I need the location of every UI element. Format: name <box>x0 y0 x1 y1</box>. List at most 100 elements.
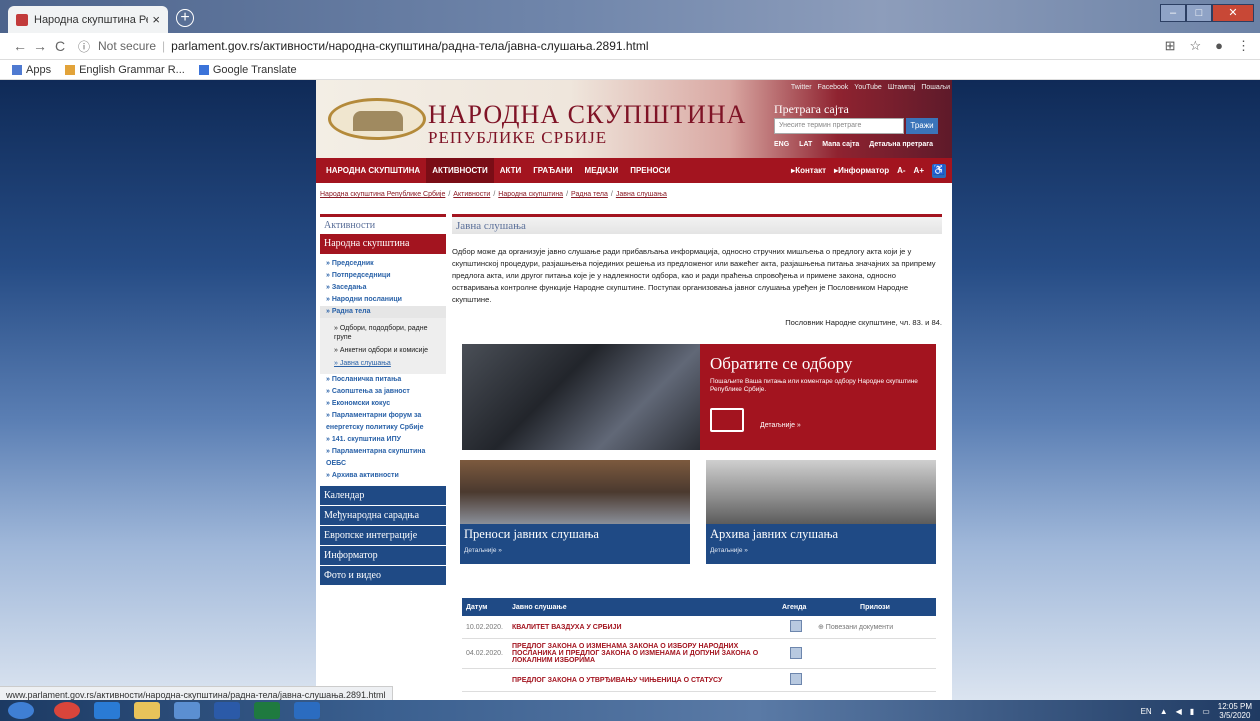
sidebar-photo-video[interactable]: Фото и видео <box>320 566 446 586</box>
sidebar-item-press[interactable]: » Саопштења за јавност <box>326 386 446 398</box>
search-button[interactable]: Тражи <box>906 118 938 134</box>
sidebar-subitem-committees[interactable]: » Одбори, пододбори, радне групе <box>334 322 446 344</box>
maximize-button[interactable]: □ <box>1186 4 1212 22</box>
back-icon[interactable]: ← <box>10 38 30 54</box>
not-secure-label[interactable]: Not secure <box>98 39 156 53</box>
facebook-link[interactable]: Facebook <box>818 84 849 91</box>
sidebar-item-working-bodies[interactable]: » Радна тела <box>320 306 446 318</box>
forward-icon[interactable]: → <box>30 38 50 54</box>
sidebar-item-questions[interactable]: » Посланичка питања <box>326 374 446 386</box>
word-icon[interactable] <box>214 702 240 719</box>
sidebar-item-energy-forum[interactable]: » Парламентарни форум за енергетску поли… <box>326 410 446 434</box>
language-indicator[interactable]: EN <box>1141 707 1152 716</box>
file-explorer-icon[interactable] <box>134 702 160 719</box>
sidebar-eu-integration[interactable]: Европске интеграције <box>320 526 446 546</box>
reload-icon[interactable]: C <box>50 38 70 54</box>
sidebar-section-parliament[interactable]: Народна скупштина <box>320 234 446 254</box>
banner-title[interactable]: Обратите се одбору <box>710 354 926 374</box>
sidebar-item-deputies[interactable]: » Народни посланици <box>326 294 446 306</box>
sidebar-subitem-inquiry[interactable]: » Анкетни одбори и комисије <box>334 344 446 357</box>
clock[interactable]: 12:05 PM 3/5/2020 <box>1218 702 1252 720</box>
twitter-link[interactable]: Twitter <box>791 84 812 91</box>
new-tab-button[interactable]: + <box>176 9 194 27</box>
sidebar-item-osce[interactable]: » Парламентарна скупштина ОЕБС <box>326 446 446 470</box>
broadcasts-title[interactable]: Преноси јавних слушања <box>460 524 690 545</box>
document-icon[interactable] <box>790 620 802 632</box>
sidebar-item-ipu[interactable]: » 141. скупштина ИПУ <box>326 434 446 446</box>
document-icon[interactable] <box>790 673 802 685</box>
nav-activities[interactable]: АКТИВНОСТИ <box>426 158 494 183</box>
document-icon[interactable] <box>790 646 802 659</box>
accessibility-icon[interactable]: ♿ <box>932 163 946 178</box>
start-button-icon[interactable] <box>8 702 34 719</box>
nav-media[interactable]: МЕДИЈИ <box>579 158 625 183</box>
sidebar-informator[interactable]: Информатор <box>320 546 446 566</box>
volume-icon[interactable]: ◀ <box>1176 707 1182 716</box>
sidebar-item-sessions[interactable]: » Заседања <box>326 282 446 294</box>
outlook-icon[interactable] <box>294 702 320 719</box>
row-title-link[interactable]: КВАЛИТЕТ ВАЗДУХА У СРБИЈИ <box>508 616 778 639</box>
bookmark-google-translate[interactable]: Google Translate <box>198 64 297 76</box>
close-window-button[interactable]: ✕ <box>1212 4 1254 22</box>
sidebar-subitem-hearings[interactable]: » Јавна слушања <box>334 357 446 370</box>
nav-acts[interactable]: АКТИ <box>494 158 528 183</box>
banner-more-link[interactable]: Детаљније » <box>760 422 801 429</box>
translate-icon[interactable]: ⊞ <box>1165 38 1176 54</box>
nav-parliament[interactable]: НАРОДНА СКУПШТИНА <box>320 158 426 183</box>
action-center-icon[interactable]: ▭ <box>1202 707 1210 716</box>
lat-link[interactable]: LAT <box>799 141 812 148</box>
row-title-link[interactable]: ПРЕДЛОГ ЗАКОНА О УТВРЂИВАЊУ ЧИЊЕНИЦА О С… <box>508 668 778 692</box>
parliament-logo-icon[interactable] <box>328 98 426 140</box>
profile-icon[interactable]: ● <box>1215 38 1223 54</box>
bookmark-english-grammar[interactable]: English Grammar R... <box>65 64 185 76</box>
archive-more-link[interactable]: Детаљније » <box>706 545 936 556</box>
sidebar-item-archive[interactable]: » Архива активности <box>326 470 446 482</box>
sidebar-calendar[interactable]: Календар <box>320 486 446 506</box>
tray-arrow-icon[interactable]: ▲ <box>1160 707 1168 716</box>
info-icon[interactable]: ⓘ <box>78 38 90 55</box>
contact-committee-banner[interactable]: Обратите се одбору Пошаљите Ваша питања … <box>462 344 936 450</box>
bookmark-apps[interactable]: Apps <box>12 64 51 76</box>
network-icon[interactable]: ▮ <box>1190 707 1194 716</box>
nav-broadcasts[interactable]: ПРЕНОСИ <box>624 158 676 183</box>
site-title[interactable]: НАРОДНА СКУПШТИНА <box>428 100 746 130</box>
row-title-link[interactable]: ПРЕДЛОГ ЗАКОНА О ИЗМЕНАМА ЗАКОНА О ИЗБОР… <box>508 638 778 669</box>
contact-link[interactable]: ▸Контакт <box>791 166 826 175</box>
broadcasts-more-link[interactable]: Детаљније » <box>460 545 690 556</box>
sidebar-item-caucus[interactable]: » Економски кокус <box>326 398 446 410</box>
chrome-icon[interactable] <box>54 702 80 719</box>
eng-link[interactable]: ENG <box>774 141 789 148</box>
url-input[interactable]: parlament.gov.rs/активности/народна-скуп… <box>171 39 648 53</box>
sidebar-international[interactable]: Међународна сарадња <box>320 506 446 526</box>
browser-tab[interactable]: Народна скупштина Републике × <box>8 6 168 33</box>
breadcrumb-working-bodies[interactable]: Радна тела <box>571 191 608 198</box>
sitemap-link[interactable]: Мапа сајта <box>822 141 859 148</box>
print-link[interactable]: Штампај <box>888 84 916 91</box>
broadcasts-tile[interactable]: Преноси јавних слушања Детаљније » <box>460 460 690 564</box>
breadcrumb-parliament[interactable]: Народна скупштина <box>498 191 563 198</box>
sidebar-item-vice-presidents[interactable]: » Потпредседници <box>326 270 446 282</box>
site-subtitle[interactable]: РЕПУБЛИКЕ СРБИЈЕ <box>428 128 607 148</box>
archive-title[interactable]: Архива јавних слушања <box>706 524 936 545</box>
minimize-button[interactable]: – <box>1160 4 1186 22</box>
breadcrumb-home[interactable]: Народна скупштина Републике Србије <box>320 191 445 198</box>
search-input[interactable]: Унесите термин претраге <box>774 118 904 134</box>
sidebar-item-president[interactable]: » Председник <box>326 258 446 270</box>
archive-tile[interactable]: Архива јавних слушања Детаљније » <box>706 460 936 564</box>
breadcrumb-activities[interactable]: Активности <box>453 191 490 198</box>
related-documents-link[interactable]: ⊕ Повезани документи <box>814 616 936 639</box>
nav-citizens[interactable]: ГРАЂАНИ <box>527 158 578 183</box>
font-smaller-button[interactable]: A- <box>897 166 905 175</box>
informator-link[interactable]: ▸Информатор <box>834 166 889 175</box>
star-icon[interactable]: ☆ <box>1189 38 1201 54</box>
media-player-icon[interactable] <box>174 702 200 719</box>
advanced-search-link[interactable]: Детаљна претрага <box>869 141 933 148</box>
ie-icon[interactable] <box>94 702 120 719</box>
menu-icon[interactable]: ⋮ <box>1237 38 1250 54</box>
youtube-link[interactable]: YouTube <box>854 84 882 91</box>
excel-icon[interactable] <box>254 702 280 719</box>
close-tab-icon[interactable]: × <box>152 12 160 27</box>
font-larger-button[interactable]: A+ <box>914 166 924 175</box>
breadcrumb-hearings[interactable]: Јавна слушања <box>616 191 667 198</box>
send-link[interactable]: Пошаљи <box>921 84 950 91</box>
